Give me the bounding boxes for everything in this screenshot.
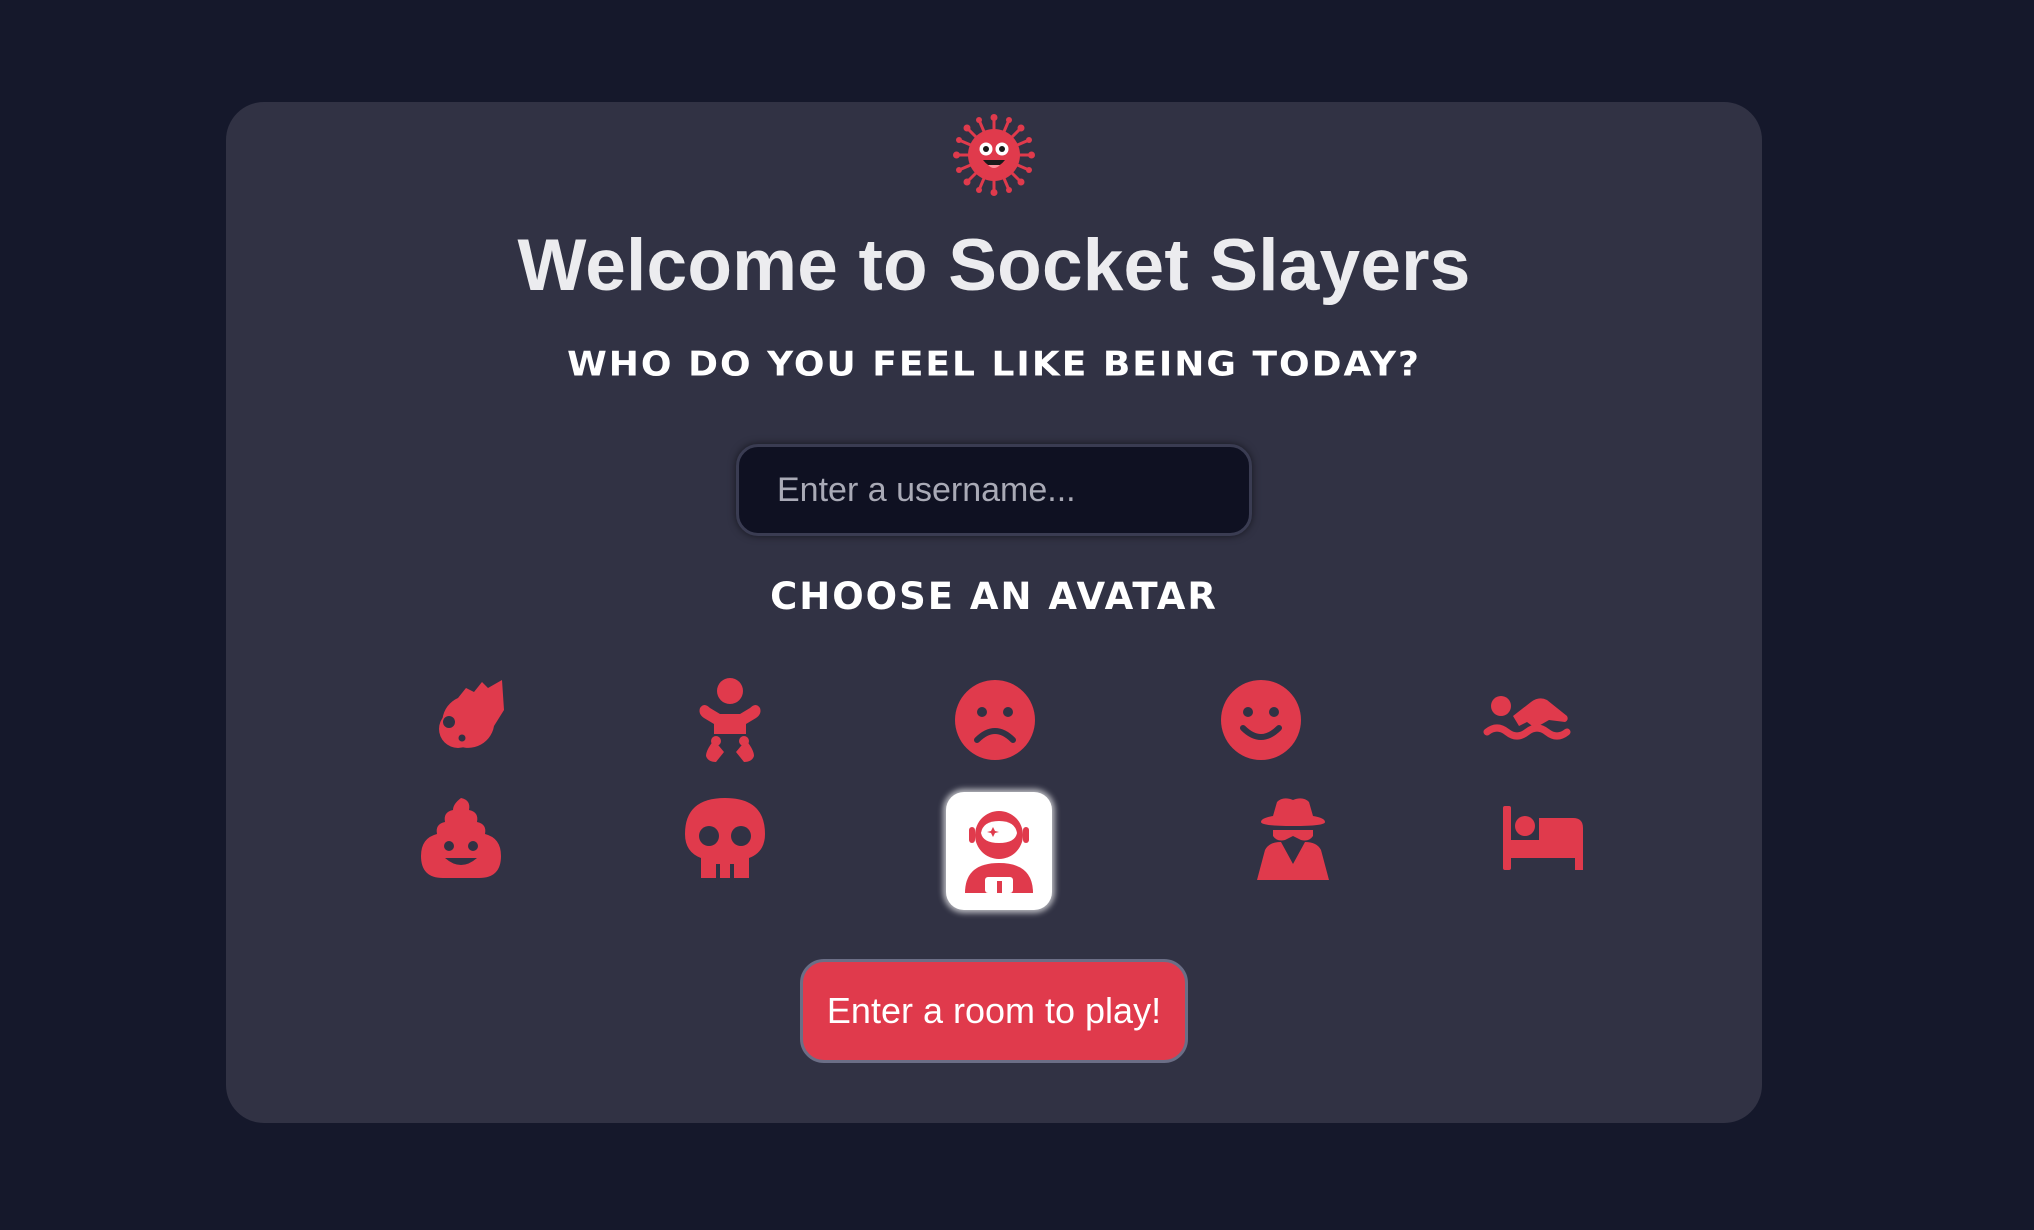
avatar-option-baby[interactable] bbox=[677, 661, 783, 779]
smile-face-icon bbox=[1221, 680, 1301, 760]
avatar-option-poop[interactable] bbox=[408, 779, 514, 897]
avatar-option-meteor[interactable] bbox=[411, 661, 517, 779]
avatar-option-smile-face[interactable] bbox=[1208, 661, 1314, 779]
skull-icon bbox=[685, 798, 765, 878]
virus-icon bbox=[953, 114, 1035, 196]
enter-room-button[interactable]: Enter a room to play! bbox=[800, 959, 1188, 1063]
avatar-option-astronaut[interactable] bbox=[946, 792, 1052, 910]
baby-icon bbox=[699, 678, 761, 762]
spy-icon bbox=[1257, 798, 1329, 880]
avatar-option-sad-face[interactable] bbox=[942, 661, 1048, 779]
username-input[interactable] bbox=[736, 444, 1252, 536]
avatar-option-skull[interactable] bbox=[672, 779, 778, 897]
sad-face-icon bbox=[955, 680, 1035, 760]
avatar-option-swimmer[interactable] bbox=[1474, 661, 1580, 779]
swimmer-icon bbox=[1483, 696, 1571, 740]
bed-icon bbox=[1503, 806, 1583, 870]
astronaut-icon bbox=[965, 811, 1033, 893]
subtitle: WHO DO YOU FEEL LIKE BEING TODAY? bbox=[567, 345, 1421, 384]
avatar-option-spy[interactable] bbox=[1240, 779, 1346, 897]
welcome-card: Welcome to Socket Slayers WHO DO YOU FEE… bbox=[226, 102, 1762, 1123]
page-title: Welcome to Socket Slayers bbox=[517, 225, 1471, 306]
avatar-option-bed[interactable] bbox=[1490, 779, 1596, 897]
avatar-heading: CHOOSE AN AVATAR bbox=[770, 575, 1218, 618]
poop-icon bbox=[421, 798, 501, 878]
meteor-icon bbox=[439, 680, 504, 748]
